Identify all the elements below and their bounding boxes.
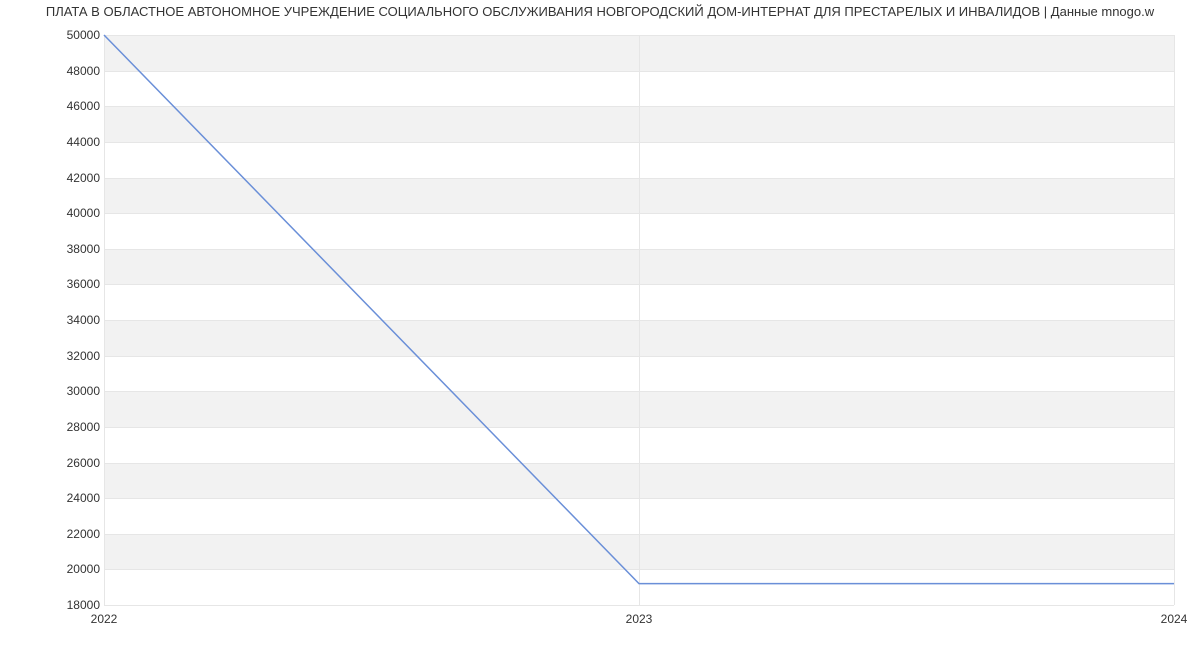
series-line xyxy=(104,35,1174,584)
y-tick-label: 24000 xyxy=(10,491,100,505)
chart-container: ПЛАТА В ОБЛАСТНОЕ АВТОНОМНОЕ УЧРЕЖДЕНИЕ … xyxy=(0,0,1200,650)
y-tick-label: 46000 xyxy=(10,99,100,113)
x-tick-label: 2023 xyxy=(626,612,653,626)
line-series-layer xyxy=(104,35,1174,605)
plot-area xyxy=(104,35,1174,606)
x-tick-label: 2024 xyxy=(1161,612,1188,626)
h-gridline xyxy=(104,605,1174,606)
y-tick-label: 40000 xyxy=(10,206,100,220)
y-tick-label: 26000 xyxy=(10,456,100,470)
y-tick-label: 22000 xyxy=(10,527,100,541)
y-tick-label: 36000 xyxy=(10,277,100,291)
v-gridline xyxy=(1174,35,1175,605)
y-tick-label: 30000 xyxy=(10,384,100,398)
y-tick-label: 28000 xyxy=(10,420,100,434)
y-tick-label: 44000 xyxy=(10,135,100,149)
y-tick-label: 20000 xyxy=(10,562,100,576)
y-tick-label: 18000 xyxy=(10,598,100,612)
y-tick-label: 32000 xyxy=(10,349,100,363)
y-tick-label: 48000 xyxy=(10,64,100,78)
y-tick-label: 34000 xyxy=(10,313,100,327)
y-tick-label: 38000 xyxy=(10,242,100,256)
y-tick-label: 50000 xyxy=(10,28,100,42)
x-tick-label: 2022 xyxy=(91,612,118,626)
y-tick-label: 42000 xyxy=(10,171,100,185)
chart-title: ПЛАТА В ОБЛАСТНОЕ АВТОНОМНОЕ УЧРЕЖДЕНИЕ … xyxy=(0,4,1200,19)
